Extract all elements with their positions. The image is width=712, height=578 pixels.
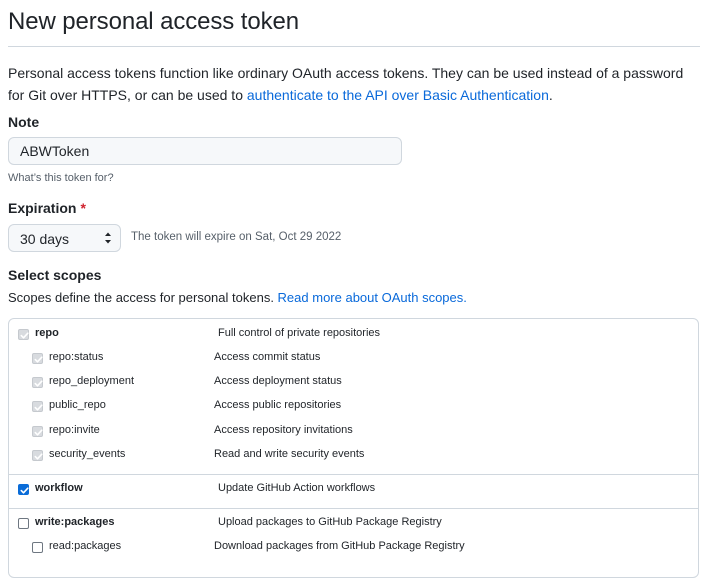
scope-name: read:packages bbox=[49, 540, 122, 552]
expiration-label: Expiration * bbox=[8, 200, 86, 216]
basic-auth-link[interactable]: authenticate to the API over Basic Authe… bbox=[247, 87, 549, 103]
scope-checkbox bbox=[18, 329, 29, 340]
scope-description: Access commit status bbox=[214, 351, 321, 363]
scope-row-security-events: security_events Read and write security e… bbox=[9, 445, 698, 469]
note-label: Note bbox=[8, 114, 40, 130]
scope-checkbox bbox=[32, 450, 43, 461]
scope-row-read-packages: read:packages Download packages from GitH… bbox=[9, 537, 698, 561]
scope-name: public_repo bbox=[49, 399, 106, 411]
scope-name: repo bbox=[35, 327, 59, 339]
scope-description: Update GitHub Action workflows bbox=[218, 482, 376, 494]
required-marker: * bbox=[80, 200, 86, 216]
scope-checkbox bbox=[32, 426, 43, 437]
scope-description: Access deployment status bbox=[214, 375, 342, 387]
select-arrows-icon bbox=[104, 230, 112, 246]
scope-checkbox[interactable] bbox=[18, 518, 29, 529]
scope-name: repo:status bbox=[49, 351, 104, 363]
title-divider bbox=[8, 46, 700, 47]
expiration-selected-value: 30 days bbox=[20, 231, 70, 247]
page-description: Personal access tokens function like ord… bbox=[8, 62, 700, 106]
scope-row-repo-status: repo:status Access commit status bbox=[9, 348, 698, 372]
scope-checkbox bbox=[32, 353, 43, 364]
note-input[interactable] bbox=[8, 137, 402, 165]
scope-checkbox[interactable] bbox=[32, 542, 43, 553]
scopes-description: Scopes define the access for personal to… bbox=[8, 290, 467, 305]
expiration-note: The token will expire on Sat, Oct 29 202… bbox=[131, 231, 342, 243]
scope-name: repo_deployment bbox=[49, 375, 135, 387]
description-end: . bbox=[548, 87, 553, 103]
expiration-label-text: Expiration bbox=[8, 200, 77, 216]
scope-description: Access repository invitations bbox=[214, 424, 353, 436]
note-hint: What’s this token for? bbox=[8, 172, 114, 184]
scope-row-workflow: workflow Update GitHub Action workflows bbox=[9, 479, 698, 503]
scope-description: Read and write security events bbox=[214, 448, 365, 460]
scope-row-repo-invite: repo:invite Access repository invitations bbox=[9, 421, 698, 445]
scope-row-public-repo: public_repo Access public repositories bbox=[9, 396, 698, 420]
scopes-description-text: Scopes define the access for personal to… bbox=[8, 290, 278, 305]
expiration-select[interactable]: 30 days bbox=[8, 224, 121, 252]
scope-checkbox[interactable] bbox=[18, 484, 29, 495]
scope-name: write:packages bbox=[35, 516, 115, 528]
scope-description: Download packages from GitHub Package Re… bbox=[214, 540, 465, 552]
scope-group-divider bbox=[9, 508, 698, 509]
scope-checkbox bbox=[32, 377, 43, 388]
scope-name: repo:invite bbox=[49, 424, 100, 436]
scope-row-write-packages: write:packages Upload packages to GitHub … bbox=[9, 513, 698, 537]
page-title: New personal access token bbox=[8, 8, 299, 35]
scope-description: Upload packages to GitHub Package Regist… bbox=[218, 516, 442, 528]
scope-description: Full control of private repositories bbox=[218, 327, 381, 339]
scope-checkbox bbox=[32, 401, 43, 412]
scope-group-divider bbox=[9, 474, 698, 475]
scope-name: security_events bbox=[49, 448, 126, 460]
scopes-list: repo Full control of private repositories… bbox=[8, 318, 699, 578]
scope-name: workflow bbox=[35, 482, 83, 494]
scope-row-repo: repo Full control of private repositories bbox=[9, 324, 698, 348]
oauth-scopes-link[interactable]: Read more about OAuth scopes. bbox=[278, 290, 467, 305]
scope-row-repo-deployment: repo_deployment Access deployment status bbox=[9, 372, 698, 396]
scope-description: Access public repositories bbox=[214, 399, 342, 411]
scopes-label: Select scopes bbox=[8, 267, 102, 283]
